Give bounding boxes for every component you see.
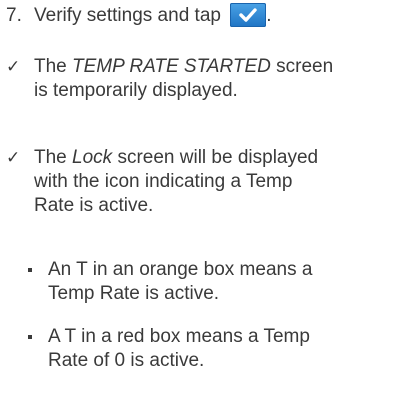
result-emphasis: TEMP RATE STARTED [72, 56, 271, 77]
step-text: Verify settings and tap [34, 5, 221, 26]
result-prefix: The [34, 147, 73, 168]
result-line-3: Rate is active. [34, 195, 154, 216]
result-text: The TEMP RATE STARTED screen is temporar… [34, 55, 396, 103]
bullet-line-2: Temp Rate is active. [48, 283, 220, 304]
step-number: 7. [6, 5, 22, 26]
checkmark-icon [239, 8, 257, 22]
result-item-temp-rate-started: ✓ The TEMP RATE STARTED screen is tempor… [6, 55, 401, 103]
bullet-dot [28, 268, 32, 272]
result-suffix: screen [270, 56, 334, 77]
result-suffix: screen will be displayed [112, 147, 319, 168]
bullet-line-2: Rate of 0 is active. [48, 350, 205, 371]
bullet-orange-box: An T in an orange box means a Temp Rate … [28, 258, 400, 306]
bullet-red-box: A T in a red box means a Temp Rate of 0 … [28, 325, 400, 373]
instruction-page: 7. Verify settings and tap . ✓ The TEMP R… [0, 0, 401, 393]
bullet-dot [28, 335, 32, 339]
check-marker: ✓ [6, 57, 21, 77]
result-line-2: with the icon indicating a Temp [34, 171, 293, 192]
result-item-lock-screen: ✓ The Lock screen will be displayed with… [6, 146, 401, 218]
bullet-line-1: A T in a red box means a Temp [48, 326, 310, 347]
result-emphasis: Lock [72, 147, 113, 168]
bullet-text: A T in a red box means a Temp Rate of 0 … [48, 325, 400, 373]
step-7: 7. Verify settings and tap . [6, 3, 401, 28]
check-marker: ✓ [6, 148, 21, 168]
result-text: The Lock screen will be displayed with t… [34, 146, 396, 218]
result-prefix: The [34, 56, 73, 77]
bullet-line-1: An T in an orange box means a [48, 259, 313, 280]
confirm-button-image [230, 3, 267, 27]
result-line-2: is temporarily displayed. [34, 80, 238, 101]
step-period: . [266, 5, 272, 26]
bullet-text: An T in an orange box means a Temp Rate … [48, 258, 400, 306]
